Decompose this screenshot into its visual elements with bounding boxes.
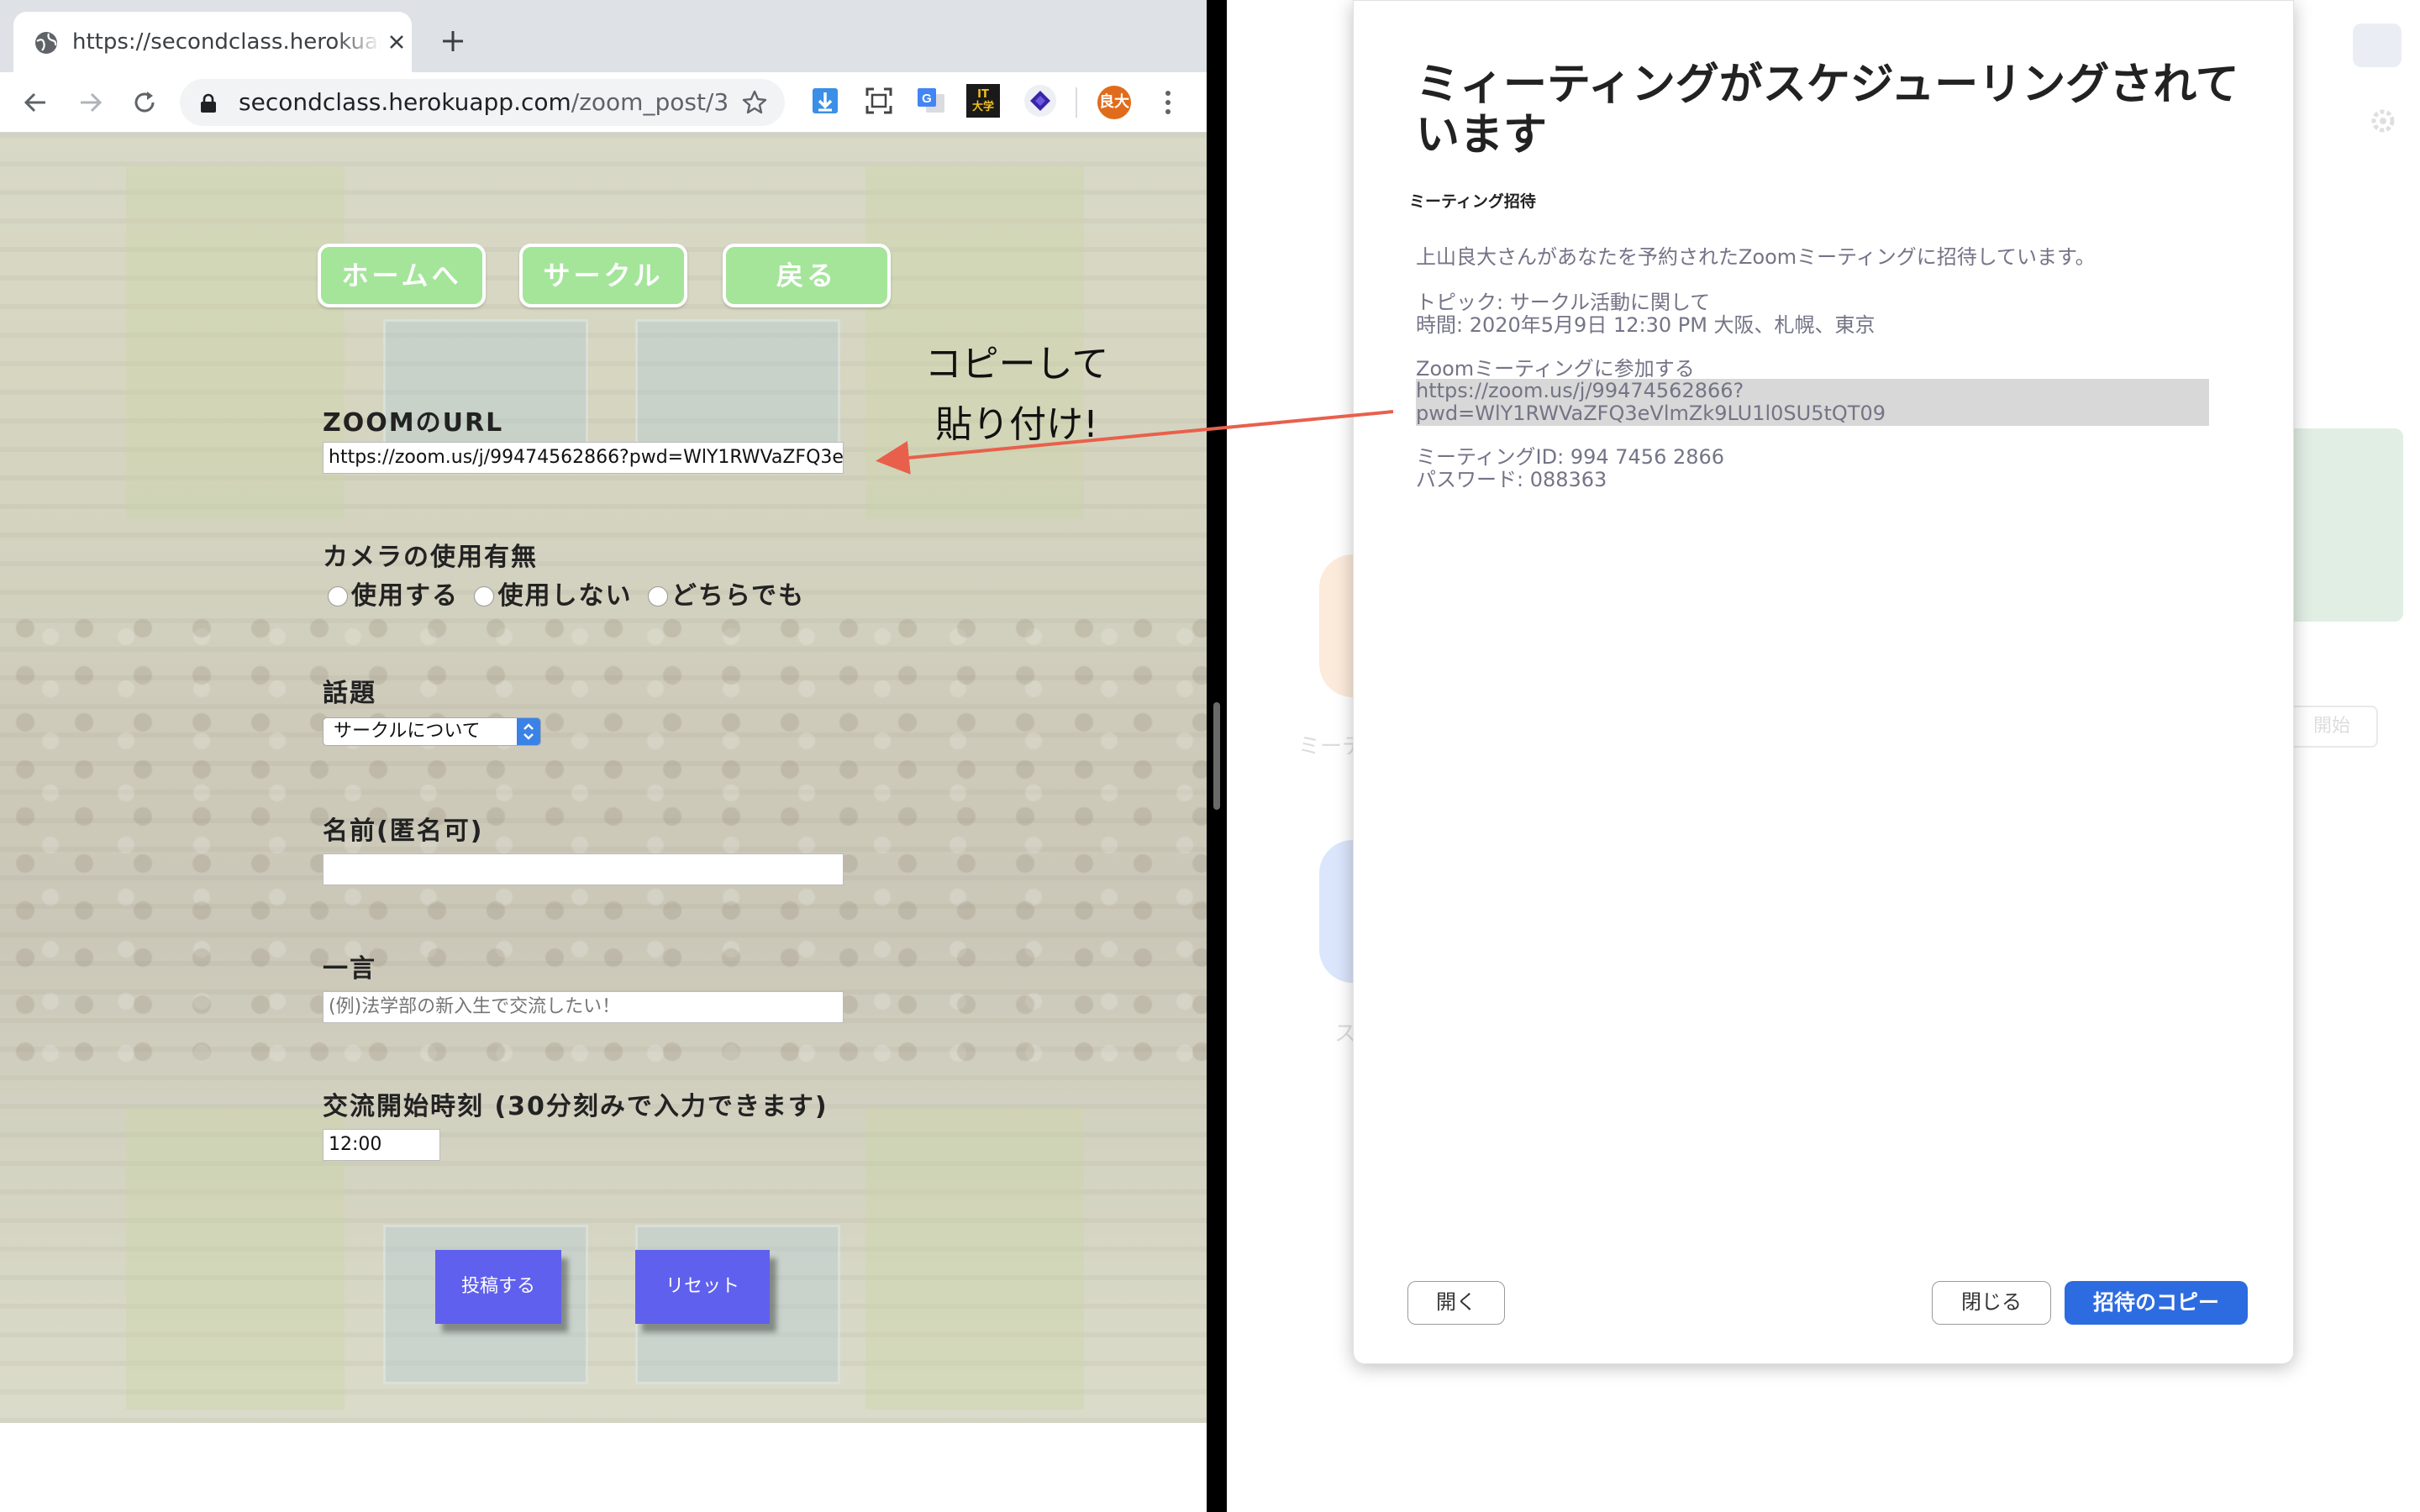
translate-icon[interactable]: G bbox=[914, 84, 948, 118]
invite-join-label: Zoomミーティングに参加する bbox=[1416, 357, 1695, 381]
tab-title: https://secondclass.herokuapp.com/zoom_p… bbox=[72, 29, 381, 55]
start-time-input[interactable]: 12:00 bbox=[323, 1129, 440, 1161]
camera-option-label: どちらでも bbox=[671, 581, 806, 611]
zoom-url-label: ZOOMのURL bbox=[323, 408, 504, 438]
callout-line: 貼り付け! bbox=[935, 403, 1098, 446]
dialog-title: ミィーティングがスケジューリングされています bbox=[1416, 60, 2239, 160]
topic-selected-value: サークルについて bbox=[334, 721, 481, 742]
topic-label: 話題 bbox=[323, 679, 376, 708]
camera-label: カメラの使用有無 bbox=[323, 543, 538, 572]
invite-topic: トピック: サークル活動に関して bbox=[1416, 291, 1711, 314]
copy-paste-callout: コピーして 貼り付け! bbox=[908, 334, 1126, 455]
layers-extension-icon[interactable] bbox=[1023, 84, 1057, 118]
camera-radio-either[interactable] bbox=[647, 586, 668, 606]
split-view-divider[interactable] bbox=[1207, 0, 1227, 1512]
zoom-url-input[interactable]: https://zoom.us/j/99474562866?pwd=WlY1RW… bbox=[323, 442, 844, 474]
topic-select[interactable]: サークルについて bbox=[323, 717, 541, 746]
invite-join-url[interactable]: https://zoom.us/j/99474562866? bbox=[1416, 380, 1744, 402]
camera-option-label: 使用しない bbox=[497, 581, 633, 611]
toolbar-separator bbox=[1076, 87, 1077, 118]
circle-button[interactable]: サークル bbox=[519, 244, 687, 307]
camera-option-label: 使用する bbox=[351, 581, 459, 611]
browser-toolbar: secondclass.herokuapp.com/zoom_post/3 G … bbox=[0, 72, 1207, 133]
url-path: /zoom_post/3 bbox=[571, 88, 729, 116]
invite-join-url[interactable]: pwd=WlY1RWVaZFQ3eVlmZk9LU1l0SU5tQT09 bbox=[1416, 402, 1886, 425]
invite-password: パスワード: 088363 bbox=[1416, 468, 1607, 491]
browser-tab[interactable]: https://secondclass.herokuapp.com/zoom_p… bbox=[13, 12, 412, 72]
lock-icon bbox=[201, 93, 216, 113]
camera-radio-group: 使用する 使用しない どちらでも bbox=[323, 575, 805, 612]
reset-button[interactable]: リセット bbox=[635, 1250, 770, 1324]
meeting-scheduled-dialog: ミィーティングがスケジューリングされています ミーティング招待 上山良大さんがあ… bbox=[1353, 0, 2294, 1364]
itdaigaku-extension-icon[interactable]: IT 大学 bbox=[966, 84, 1000, 118]
start-time-label: 交流開始時刻 (30分刻みで入力できます) bbox=[323, 1092, 829, 1121]
download-icon[interactable] bbox=[808, 84, 842, 118]
gear-icon bbox=[2371, 109, 2395, 133]
bg-overlay bbox=[0, 133, 1207, 1423]
divider-handle[interactable] bbox=[1213, 702, 1220, 810]
profile-avatar[interactable]: 良大 bbox=[1097, 86, 1131, 119]
zoom-start-button: 開始 bbox=[2286, 706, 2378, 748]
submit-button[interactable]: 投稿する bbox=[435, 1250, 561, 1324]
back-button[interactable]: 戻る bbox=[723, 244, 891, 307]
bookmark-star-icon[interactable] bbox=[741, 89, 768, 116]
copy-invitation-button[interactable]: 招待のコピー bbox=[2065, 1281, 2248, 1325]
url-host: secondclass.herokuapp.com bbox=[239, 88, 571, 116]
back-arrow-icon[interactable] bbox=[20, 87, 50, 118]
camera-radio-nouse[interactable] bbox=[474, 586, 495, 606]
comment-input[interactable]: (例)法学部の新入生で交流したい！ bbox=[323, 991, 844, 1023]
reload-icon[interactable] bbox=[129, 87, 160, 118]
zoom-upcoming-card bbox=[2286, 428, 2403, 622]
web-page: ホームへ サークル 戻る ZOOMのURL https://zoom.us/j/… bbox=[0, 133, 1207, 1423]
plus-icon[interactable] bbox=[437, 25, 469, 57]
kebab-menu-icon[interactable] bbox=[1158, 87, 1178, 118]
globe-icon bbox=[35, 32, 57, 54]
select-arrows-icon bbox=[517, 718, 540, 745]
callout-line: コピーして bbox=[924, 343, 1109, 386]
name-label: 名前(匿名可) bbox=[323, 816, 484, 846]
address-bar[interactable]: secondclass.herokuapp.com/zoom_post/3 bbox=[180, 79, 785, 126]
forward-arrow-icon[interactable] bbox=[76, 87, 106, 118]
name-input[interactable] bbox=[323, 853, 844, 885]
camera-radio-use[interactable] bbox=[328, 586, 348, 606]
home-button[interactable]: ホームへ bbox=[318, 244, 486, 307]
close-button[interactable]: 閉じる bbox=[1932, 1281, 2051, 1325]
zoom-avatar bbox=[2353, 24, 2402, 67]
url-text: secondclass.herokuapp.com/zoom_post/3 bbox=[239, 79, 729, 126]
browser-window: https://secondclass.herokuapp.com/zoom_p… bbox=[0, 0, 1207, 1512]
svg-text:G: G bbox=[922, 92, 932, 106]
comment-label: 一言 bbox=[323, 954, 376, 984]
invite-intro: 上山良大さんがあなたを予約されたZoomミーティングに招待しています。 bbox=[1416, 245, 2096, 269]
dialog-subtitle: ミーティング招待 bbox=[1409, 192, 1536, 211]
close-icon[interactable] bbox=[383, 29, 410, 55]
invite-time: 時間: 2020年5月9日 12:30 PM 大阪、札幌、東京 bbox=[1416, 313, 1876, 337]
invite-meeting-id: ミーティングID: 994 7456 2866 bbox=[1416, 445, 1725, 469]
open-button[interactable]: 開く bbox=[1407, 1281, 1505, 1325]
tab-strip: https://secondclass.herokuapp.com/zoom_p… bbox=[0, 0, 1207, 72]
screenshot-icon[interactable] bbox=[862, 84, 896, 118]
